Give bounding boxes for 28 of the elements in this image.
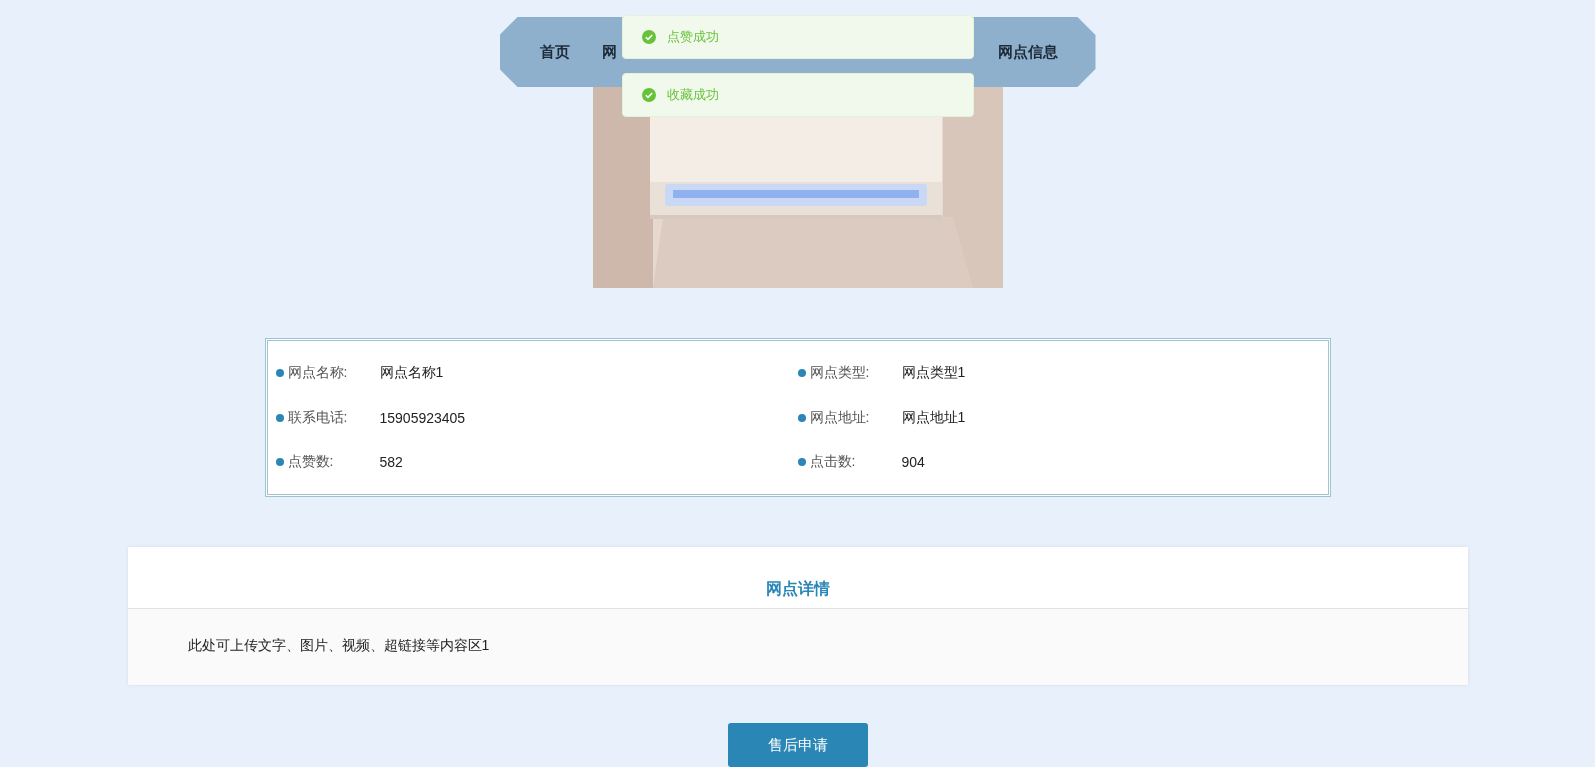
- nav-link[interactable]: 首页: [539, 42, 570, 62]
- field-value: 网点地址1: [901, 408, 966, 427]
- details-text: 此处可上传文字、图片、视频、超链接等内容区1: [186, 636, 491, 655]
- field-label: 网点类型:: [809, 364, 871, 382]
- field-value: 网点类型1: [901, 364, 966, 382]
- toast-text: 收藏成功: [666, 86, 719, 104]
- bullet-icon: [275, 369, 284, 377]
- bullet-icon: [797, 413, 806, 422]
- field-label: 网点名称:: [287, 364, 349, 382]
- bullet-icon: [797, 369, 806, 377]
- field-value: 网点名称1: [379, 364, 444, 382]
- field-label: 网点地址:: [809, 408, 871, 427]
- nav-link[interactable]: 网点信息: [997, 42, 1058, 62]
- field-label: 点赞数:: [287, 453, 335, 471]
- field-label: 点击数:: [809, 453, 857, 471]
- after-sales-button[interactable]: 售后申请: [727, 723, 868, 767]
- field-label: 联系电话:: [287, 408, 349, 427]
- toast-text: 点赞成功: [666, 28, 719, 46]
- bullet-icon: [797, 458, 806, 466]
- bullet-icon: [275, 458, 284, 466]
- field-value: 904: [901, 454, 925, 470]
- check-circle-icon: [641, 30, 656, 44]
- nav-link[interactable]: 网: [601, 42, 617, 62]
- field-value: 582: [379, 454, 403, 470]
- field-value: 15905923405: [379, 409, 466, 426]
- panel-title: 网点详情: [765, 579, 830, 599]
- check-circle-icon: [641, 88, 656, 102]
- bullet-icon: [275, 413, 284, 422]
